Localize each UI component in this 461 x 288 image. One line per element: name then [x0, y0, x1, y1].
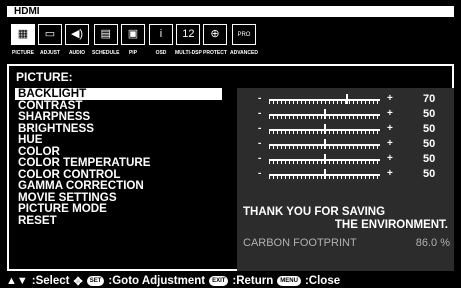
plus-icon: + — [387, 93, 393, 104]
speaker-icon: ◀) — [65, 24, 89, 45]
tab-label: PIP — [128, 50, 138, 56]
tab-label: MULTI-DSP — [175, 50, 202, 56]
slider-knob[interactable] — [323, 154, 326, 164]
tab-advanced[interactable]: PRO ADVANCED — [230, 21, 258, 59]
menu-key: MENU — [277, 276, 301, 286]
input-source-bar: HDMI — [7, 6, 454, 17]
tab-adjust[interactable]: ▭ ADJUST — [38, 21, 62, 59]
tab-audio[interactable]: ◀) AUDIO — [65, 21, 89, 59]
picture-menu-list: BACKLIGHT CONTRAST SHARPNESS BRIGHTNESS HUE C… — [15, 88, 235, 227]
slider-knob[interactable] — [323, 124, 326, 134]
up-down-arrows-icon: ▲▼ — [6, 275, 28, 287]
slider-knob[interactable] — [345, 94, 348, 104]
tab-protect[interactable]: ⊕ PROTECT — [203, 21, 227, 59]
select-hint: :Select — [31, 275, 70, 287]
close-hint: :Close — [304, 275, 341, 287]
slider-contrast[interactable]: - +50 — [258, 108, 458, 121]
set-key: SET — [86, 276, 105, 286]
four-way-arrow-icon: ✥ — [73, 275, 83, 288]
multi-display-icon: 12 — [176, 24, 201, 45]
minus-icon: - — [258, 93, 262, 104]
section-title: PICTURE: — [16, 70, 73, 84]
slider-value: 70 — [423, 93, 436, 105]
slider-knob[interactable] — [323, 139, 326, 149]
slider-ticks — [269, 101, 380, 104]
tab-label: ADJUST — [39, 50, 60, 56]
carbon-footprint-value: 86.0 % — [415, 237, 450, 249]
tab-multi-dsp[interactable]: 12 MULTI-DSP — [175, 21, 202, 59]
exit-key: EXIT — [209, 276, 229, 286]
tab-label: AUDIO — [68, 50, 86, 56]
slider-brightness[interactable]: - +50 — [258, 138, 458, 151]
slider-value: 50 — [423, 123, 436, 135]
tab-pip[interactable]: ▣ PIP — [121, 21, 145, 59]
schedule-icon: ▤ — [93, 24, 118, 45]
adjust-icon: ▭ — [38, 24, 62, 45]
picture-icon: ▦ — [11, 24, 35, 45]
slider-knob[interactable] — [323, 109, 326, 119]
carbon-footprint-label: CARBON FOOTPRINT — [243, 237, 357, 249]
tab-osd[interactable]: i OSD — [149, 21, 173, 59]
tab-label: OSD — [155, 50, 167, 56]
slider-value: 50 — [423, 168, 436, 180]
menu-item-reset[interactable]: RESET — [15, 215, 235, 227]
protect-icon: ⊕ — [203, 24, 227, 45]
carbon-footprint: CARBON FOOTPRINT 86.0 % — [243, 237, 450, 249]
slider-value: 50 — [423, 138, 436, 150]
slider-hue[interactable]: - +50 — [258, 153, 458, 166]
goto-hint: :Goto Adjustment — [108, 275, 206, 287]
slider-value: 50 — [423, 108, 436, 120]
eco-message: THANK YOU FOR SAVING THE ENVIRONMENT. — [243, 206, 448, 232]
menu-tab-bar: ▦ PICTURE ▭ ADJUST ◀) AUDIO ▤ SCHEDULE ▣ PIP i OSD 1… — [7, 17, 454, 64]
plus-icon: + — [387, 108, 393, 119]
plus-icon: + — [387, 138, 393, 149]
tab-label: PICTURE — [12, 50, 34, 56]
menu-item-backlight[interactable]: BACKLIGHT — [15, 88, 222, 100]
tab-picture[interactable]: ▦ PICTURE — [11, 21, 35, 59]
advanced-icon: PRO — [231, 24, 256, 45]
eco-message-line1: THANK YOU FOR SAVING — [243, 206, 386, 218]
menu-item-hue[interactable]: HUE — [15, 134, 235, 146]
menu-item-brightness[interactable]: BRIGHTNESS — [15, 123, 235, 135]
tab-label: SCHEDULE — [92, 50, 120, 56]
tab-schedule[interactable]: ▤ SCHEDULE — [92, 21, 120, 59]
tab-label: PROTECT — [203, 50, 227, 56]
info-icon: i — [149, 24, 173, 45]
eco-message-line2: THE ENVIRONMENT. — [334, 219, 448, 231]
tab-label: ADVANCED — [230, 50, 258, 56]
input-source-name: HDMI — [14, 6, 40, 17]
plus-icon: + — [387, 123, 393, 134]
key-guide-footer: ▲▼ :Select ✥ SET :Goto Adjustment EXIT :… — [0, 274, 461, 288]
return-hint: :Return — [232, 275, 274, 287]
pip-icon: ▣ — [121, 24, 145, 45]
minus-icon: - — [258, 108, 262, 119]
slider-value: 50 — [423, 153, 436, 165]
plus-icon: + — [387, 168, 393, 179]
minus-icon: - — [258, 153, 262, 164]
plus-icon: + — [387, 153, 393, 164]
slider-knob[interactable] — [323, 169, 326, 179]
slider-color[interactable]: - +50 — [258, 168, 458, 181]
menu-item-sharpness[interactable]: SHARPNESS — [15, 111, 235, 123]
slider-sharpness[interactable]: - +50 — [258, 123, 458, 136]
minus-icon: - — [258, 123, 262, 134]
slider-backlight[interactable]: - +70 — [258, 93, 458, 106]
minus-icon: - — [258, 138, 262, 149]
minus-icon: - — [258, 168, 262, 179]
